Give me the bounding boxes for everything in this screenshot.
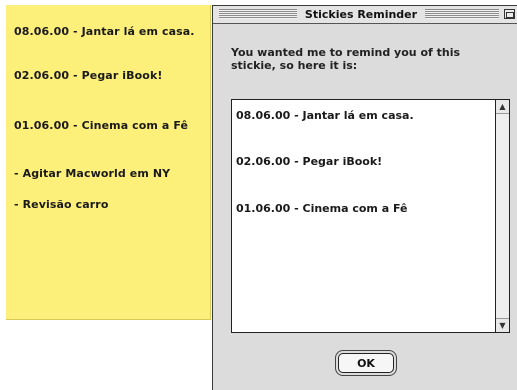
sticky-line: 02.06.00 - Pegar iBook! (14, 69, 163, 82)
stickie-content-box[interactable]: 08.06.00 - Jantar lá em casa. 02.06.00 -… (231, 99, 510, 333)
content-line: 08.06.00 - Jantar lá em casa. (236, 109, 414, 122)
reminder-message: You wanted me to remind you of this stic… (231, 46, 461, 72)
sticky-line: - Revisão carro (14, 198, 109, 211)
scroll-up-arrow-icon[interactable]: ▲ (496, 100, 509, 114)
vertical-scrollbar[interactable]: ▲ ▼ (495, 100, 509, 332)
content-line: 02.06.00 - Pegar iBook! (236, 155, 383, 168)
zoom-box-icon[interactable] (504, 9, 515, 19)
sticky-line: - Agitar Macworld em NY (14, 167, 171, 180)
scroll-down-arrow-icon[interactable]: ▼ (496, 318, 509, 332)
dialog-titlebar[interactable]: Stickies Reminder (213, 6, 517, 24)
ok-button[interactable]: OK (338, 353, 394, 373)
sticky-note[interactable]: 08.06.00 - Jantar lá em casa. 02.06.00 -… (6, 5, 211, 320)
title-stripes (219, 9, 297, 19)
stickies-reminder-dialog: Stickies Reminder You wanted me to remin… (212, 5, 517, 390)
content-line: 01.06.00 - Cinema com a Fê (236, 202, 408, 215)
dialog-title: Stickies Reminder (299, 6, 423, 23)
title-stripes (425, 9, 499, 19)
sticky-line: 08.06.00 - Jantar lá em casa. (14, 25, 195, 38)
sticky-line: 01.06.00 - Cinema com a Fê (14, 119, 189, 132)
